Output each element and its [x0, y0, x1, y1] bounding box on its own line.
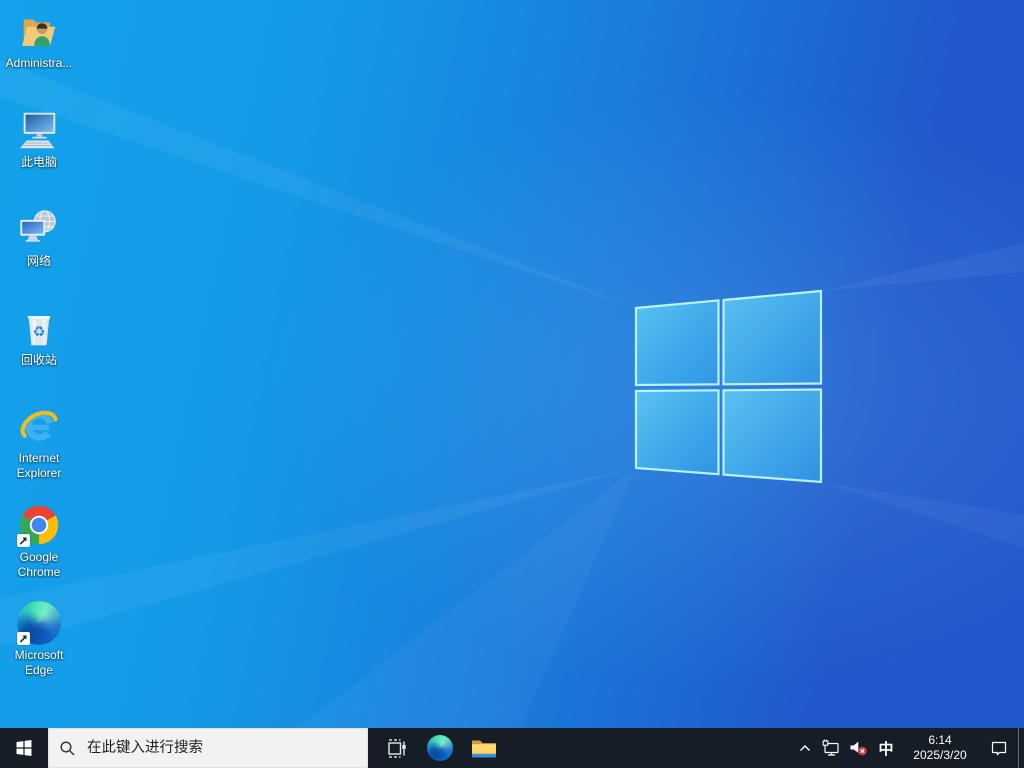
desktop-icon-this-pc[interactable]: 此电脑 [2, 107, 76, 170]
desktop-icon-label: 此电脑 [20, 155, 57, 169]
desktop-icon-microsoft-edge[interactable]: Microsoft Edge [2, 600, 76, 679]
task-view-button[interactable] [374, 728, 418, 768]
ime-indicator[interactable]: 中 [872, 738, 900, 759]
chevron-up-icon [800, 745, 810, 751]
start-button[interactable] [0, 728, 48, 768]
network-tray-button[interactable] [817, 728, 844, 768]
desktop-icon-recycle-bin[interactable]: ♻ 回收站 [2, 305, 76, 368]
desktop-icon-label: 网络 [26, 254, 51, 268]
taskbar-edge-button[interactable] [418, 728, 462, 768]
desktop-icon-google-chrome[interactable]: Google Chrome [2, 502, 76, 581]
microsoft-edge-icon [16, 600, 62, 646]
taskbar-file-explorer-button[interactable] [462, 728, 506, 768]
svg-text:♻: ♻ [33, 325, 46, 341]
task-view-icon [387, 738, 406, 758]
desktop-icon-internet-explorer[interactable]: Internet Explorer [2, 403, 76, 482]
desktop-icon-label: Administra... [5, 56, 73, 70]
action-center-button[interactable] [980, 728, 1018, 768]
taskbar-clock[interactable]: 6:14 2025/3/20 [900, 733, 980, 763]
show-hidden-icons-button[interactable] [793, 728, 817, 768]
taskbar-search-box[interactable] [48, 728, 368, 768]
search-input[interactable] [85, 739, 339, 757]
volume-tray-button[interactable] [844, 728, 872, 768]
computer-icon [16, 107, 62, 153]
microsoft-edge-icon [427, 735, 453, 761]
shortcut-arrow-icon [17, 534, 30, 547]
desktop-icon-administrator[interactable]: Administra... [2, 8, 76, 71]
user-folder-icon [16, 8, 62, 54]
desktop-icon-label: Microsoft Edge [14, 648, 64, 678]
search-icon [60, 740, 75, 756]
volume-muted-icon [850, 741, 867, 756]
desktop-icon-label: 回收站 [20, 353, 57, 367]
desktop-icon-label: Google Chrome [17, 550, 61, 580]
show-desktop-strip[interactable] [1018, 728, 1024, 768]
windows-logo-wallpaper [634, 289, 823, 484]
network-icon [16, 206, 62, 252]
clock-time: 6:14 [928, 733, 952, 747]
windows-start-icon [16, 740, 32, 756]
desktop-wallpaper: Administra... 此电脑 网络 ♻ 回收站 Internet Expl… [0, 0, 1024, 728]
clock-date: 2025/3/20 [913, 748, 967, 762]
internet-explorer-icon [16, 403, 62, 449]
taskbar: 中 6:14 2025/3/20 [0, 728, 1024, 768]
google-chrome-icon [16, 502, 62, 548]
system-tray: 中 6:14 2025/3/20 [793, 728, 1024, 768]
ethernet-network-icon [822, 739, 839, 756]
action-center-icon [991, 741, 1007, 756]
wallpaper-light-beams [0, 60, 1024, 728]
recycle-bin-icon: ♻ [16, 305, 62, 351]
desktop-icon-label: Internet Explorer [16, 451, 62, 481]
desktop-icon-network[interactable]: 网络 [2, 206, 76, 269]
shortcut-arrow-icon [17, 632, 30, 645]
file-explorer-icon [472, 740, 496, 758]
